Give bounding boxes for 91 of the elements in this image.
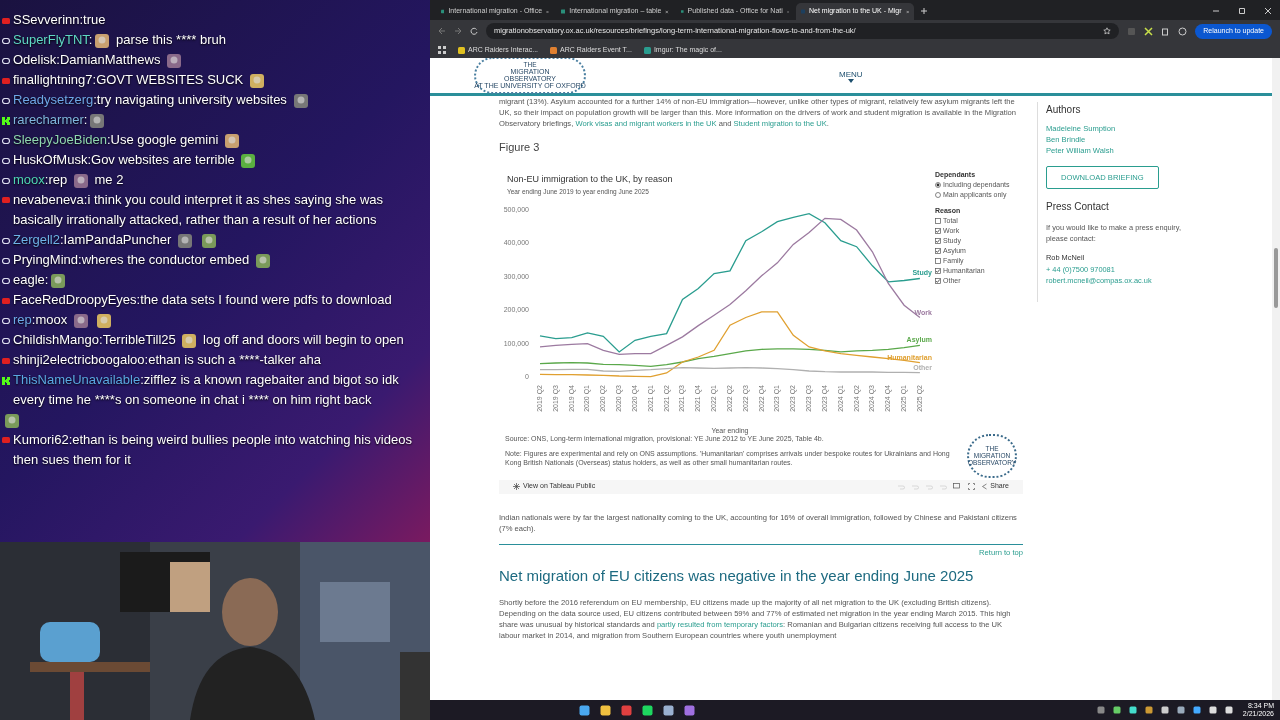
separator-text: : bbox=[88, 32, 93, 47]
reload-icon[interactable] bbox=[470, 27, 478, 35]
separator-text: : bbox=[136, 292, 141, 307]
back-icon[interactable] bbox=[438, 27, 446, 35]
fullscreen-icon[interactable] bbox=[968, 483, 976, 490]
share-icon bbox=[981, 483, 989, 490]
chat-username[interactable]: FaceRedDroopyEyes bbox=[13, 292, 137, 307]
star-icon[interactable] bbox=[1103, 27, 1112, 35]
separator-text: : bbox=[93, 92, 97, 107]
emote-icon bbox=[248, 72, 265, 89]
separator-text: : bbox=[92, 72, 97, 87]
new-tab-icon[interactable] bbox=[920, 7, 928, 15]
separator-text: : bbox=[31, 312, 36, 327]
extension-icon[interactable] bbox=[1144, 26, 1154, 36]
separator-text: : bbox=[106, 132, 111, 147]
emote-icon bbox=[50, 272, 67, 289]
authors-heading: Authors bbox=[1046, 103, 1081, 117]
emote-icon bbox=[240, 152, 257, 169]
favicon-icon bbox=[550, 46, 558, 54]
device-icon[interactable] bbox=[953, 483, 963, 490]
chat-message: try navigating university websites bbox=[96, 92, 287, 107]
emote-icon bbox=[96, 312, 113, 329]
chat-message: TerribleTill25 bbox=[102, 332, 176, 347]
chat-message: rep bbox=[48, 172, 68, 187]
chat-username[interactable]: HuskOfMusk bbox=[13, 152, 88, 167]
chat-username[interactable]: Zergell2 bbox=[13, 232, 60, 247]
emote-icon bbox=[72, 312, 89, 329]
emote-icon bbox=[94, 32, 111, 49]
chat-message: log off and doors will begin to open bbox=[203, 332, 404, 347]
emote-icon bbox=[292, 92, 309, 109]
emote-icon bbox=[72, 172, 89, 189]
chat-message: IamPandaPuncher bbox=[63, 232, 172, 247]
emote-icon bbox=[176, 232, 193, 249]
app-icon[interactable] bbox=[684, 704, 695, 716]
chat-message: true bbox=[83, 12, 106, 27]
close-icon[interactable] bbox=[1264, 7, 1272, 15]
separator-text: : bbox=[79, 12, 84, 27]
press-contact-heading: Press Contact bbox=[1046, 200, 1109, 215]
chat-message: Gov websites are terrible bbox=[91, 152, 235, 167]
emote-icon bbox=[4, 412, 20, 429]
separator-text: : bbox=[44, 172, 49, 187]
chat-message: parse this **** bruh bbox=[116, 32, 226, 47]
chat-username[interactable]: ChildishMango bbox=[13, 332, 99, 347]
maximize-icon[interactable] bbox=[1238, 7, 1246, 15]
apps-grid-icon[interactable] bbox=[438, 46, 446, 54]
separator-text: : bbox=[44, 272, 49, 287]
separator-text: : bbox=[56, 52, 60, 67]
separator-text: : bbox=[99, 332, 103, 347]
menu-button[interactable]: MENU bbox=[839, 70, 863, 83]
profile-icon[interactable] bbox=[1178, 26, 1188, 36]
chart-title: Non-EU immigration to the UK, by reason bbox=[507, 173, 673, 184]
chat-message: ThisNameUnavailable:zifflez is a known ragebaiter and bigot so idk every time he ****s on someone in chat i **** on him right back bbox=[13, 371, 400, 409]
figure-heading: Figure 3 bbox=[499, 140, 541, 155]
favicon-icon bbox=[458, 46, 465, 54]
chat-username[interactable]: rep bbox=[13, 312, 32, 327]
chat-username[interactable]: SleepyJoeBiden bbox=[13, 132, 107, 147]
emote-icon bbox=[254, 252, 271, 269]
chat-username[interactable]: PryingMind bbox=[13, 252, 79, 267]
chat-username[interactable]: SSevverinn bbox=[13, 12, 80, 27]
chat-username[interactable]: finallightning7 bbox=[13, 72, 93, 87]
chat-username[interactable]: Readysetzerg bbox=[13, 92, 94, 107]
emote-icon bbox=[223, 132, 240, 149]
separator-text: : bbox=[83, 112, 88, 127]
scrollbar[interactable] bbox=[1272, 58, 1280, 700]
minimize-icon[interactable] bbox=[1212, 7, 1220, 15]
chat-message: the data sets I found were pdfs to download bbox=[140, 292, 392, 307]
chat-message: moox bbox=[35, 312, 68, 327]
caret-icon bbox=[847, 79, 854, 83]
emote-icon bbox=[200, 232, 217, 249]
separator-text: : bbox=[59, 232, 64, 247]
chat-username[interactable]: moox bbox=[13, 172, 45, 187]
emote-icon bbox=[181, 332, 198, 349]
forward-icon[interactable] bbox=[454, 27, 462, 35]
favicon-icon bbox=[643, 46, 651, 54]
chat-username[interactable]: eagle bbox=[13, 272, 45, 287]
separator-text: : bbox=[87, 152, 92, 167]
chat-message: Kumori62:ethan is being weird bullies people into watching his videos then sues them for it bbox=[13, 431, 413, 469]
emote-icon bbox=[89, 112, 106, 129]
chat-message: me 2 bbox=[94, 172, 124, 187]
chat-username[interactable]: SuperFlyTNT bbox=[13, 32, 89, 47]
separator-text: : bbox=[78, 252, 82, 267]
chat-message: ethan is such a ****-talker aha bbox=[148, 352, 321, 367]
separator-text: : bbox=[144, 352, 149, 367]
chat-message: GOVT WEBSITES SUCK bbox=[96, 72, 244, 87]
chat-username[interactable]: rarecharmer bbox=[13, 112, 84, 127]
chat-message: nevabeneva:i think you could interpret it as shes saying she was basically irrationally attacked, rather than a result of her actions bbox=[13, 191, 384, 229]
chat-message: DamianMatthews bbox=[60, 52, 161, 67]
emote-icon bbox=[166, 52, 183, 69]
plus-cross-icon bbox=[513, 483, 520, 490]
section-heading: Net migration of EU citizens was negative in the year ending June 2025 bbox=[499, 565, 975, 585]
chat-username[interactable]: shinji2electricboogaloo bbox=[13, 352, 145, 367]
